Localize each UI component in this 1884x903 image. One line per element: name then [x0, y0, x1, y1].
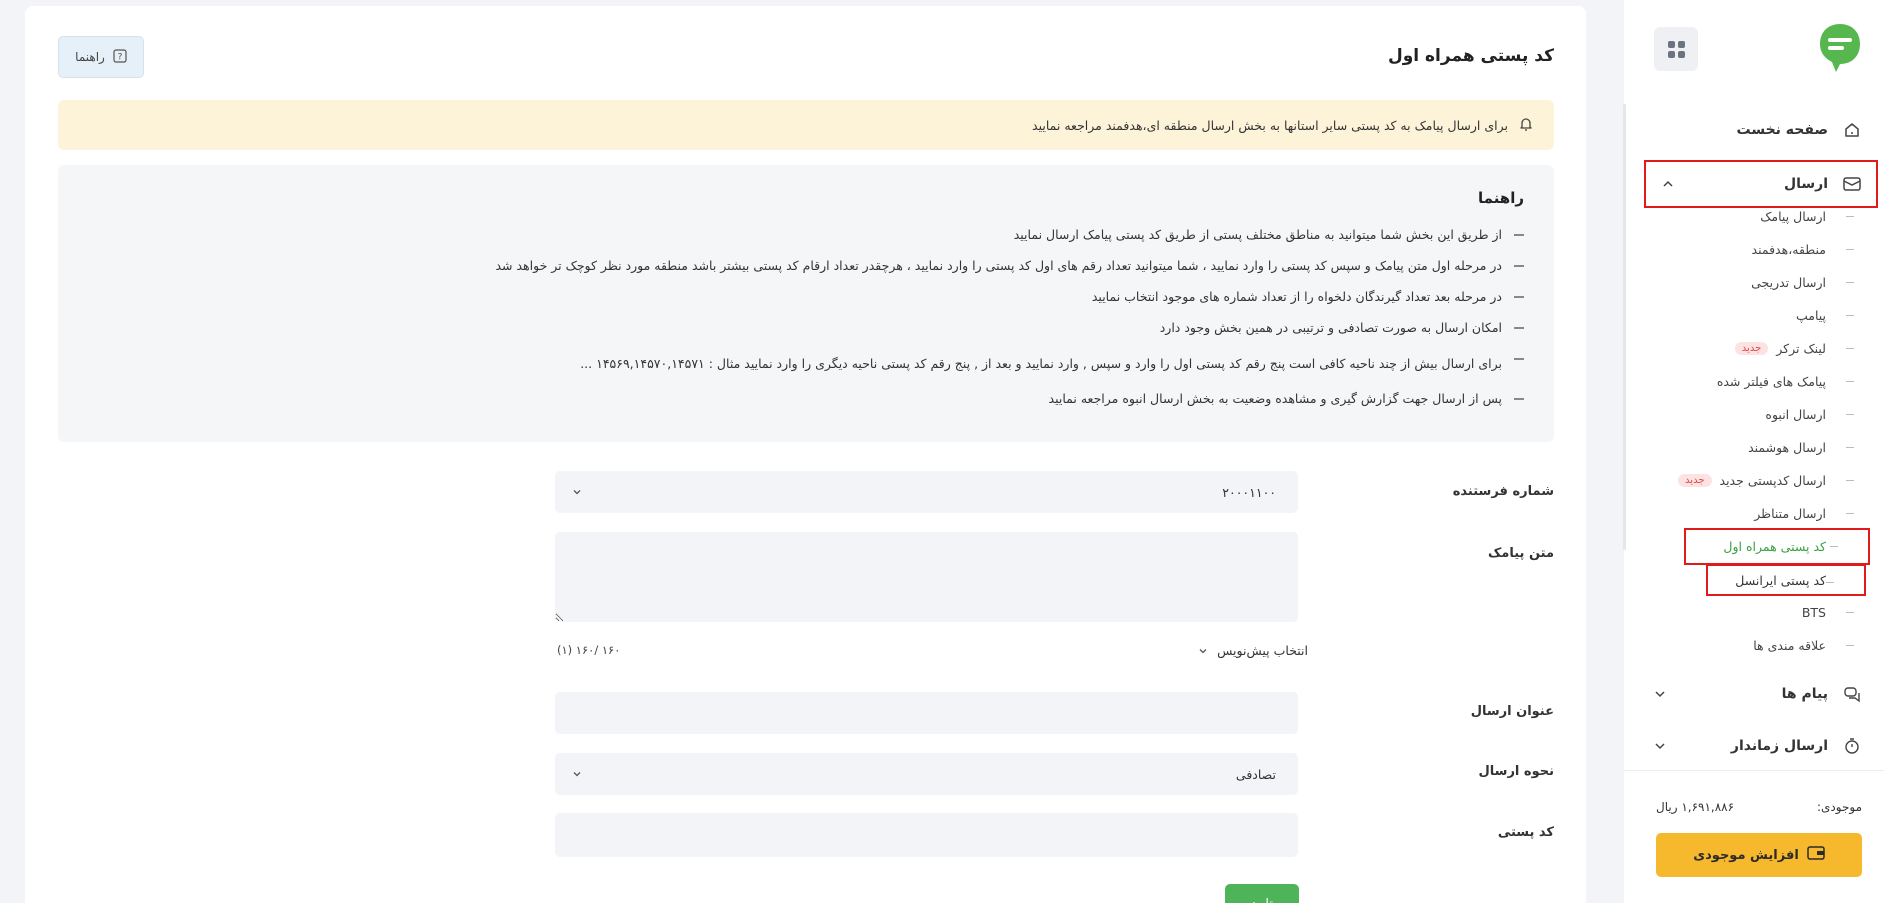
sidebar-scrollbar[interactable]	[1623, 104, 1626, 550]
nav-messages-label: پیام ها	[1781, 686, 1828, 702]
help-button-label: راهنما	[75, 50, 105, 64]
sender-value: ۲۰۰۰۱۱۰۰	[1222, 484, 1276, 500]
sub-smart[interactable]: ارسال هوشمند	[1626, 431, 1884, 464]
sub-link-tracker[interactable]: لینک ترکر جدید	[1626, 332, 1884, 365]
new-badge: جدید	[1734, 342, 1769, 355]
sub-item-label: منطقه،هدفمند	[1751, 242, 1826, 257]
message-textarea[interactable]	[555, 532, 1298, 622]
chevron-down-icon	[573, 490, 581, 495]
sub-item-label: پیامپ	[1795, 308, 1826, 323]
alert-text: برای ارسال پیامک به کد پستی سایر استانها…	[1032, 117, 1508, 133]
sub-item-label: کد پستی ایرانسل	[1735, 572, 1826, 588]
sub-item-label: علاقه مندی ها	[1753, 638, 1826, 653]
sub-mci-postal[interactable]: کد پستی همراه اول	[1684, 528, 1870, 565]
sub-targeted[interactable]: منطقه،هدفمند	[1626, 233, 1884, 266]
sub-item-label: ارسال تدریجی	[1751, 275, 1826, 290]
guide-list: از طریق این بخش شما میتوانید به مناطق مخ…	[88, 219, 1524, 414]
sub-payamp[interactable]: پیامپ	[1626, 299, 1884, 332]
balance: موجودی: ۱,۶۹۱,۸۸۶ ریال	[1656, 800, 1862, 814]
nav-home[interactable]: صفحه نخست	[1626, 108, 1884, 152]
sidebar-divider	[1624, 770, 1884, 771]
guide-title: راهنما	[1478, 189, 1524, 207]
question-icon: ?	[113, 48, 127, 66]
page-title: کد پستی همراه اول	[1387, 46, 1554, 66]
postal-label: کد پستی	[1497, 825, 1554, 840]
nav-scheduled-label: ارسال زماندار	[1730, 738, 1828, 754]
nav-scheduled[interactable]: ارسال زماندار	[1626, 724, 1884, 768]
submit-button[interactable]: تایید	[1225, 884, 1299, 903]
subject-input[interactable]	[555, 692, 1298, 734]
topup-label: افزایش موجودی	[1693, 847, 1799, 863]
method-value: تصادفی	[1235, 766, 1276, 782]
sub-bts[interactable]: BTS	[1626, 596, 1884, 629]
guide-item: از طریق این بخش شما میتوانید به مناطق مخ…	[88, 219, 1524, 250]
info-alert: برای ارسال پیامک به کد پستی سایر استانها…	[58, 100, 1554, 150]
chevron-down-icon	[1655, 743, 1665, 750]
sub-item-label: ارسال انبوه	[1765, 407, 1826, 422]
logo-icon	[1820, 24, 1860, 72]
sub-item-label: پیامک های فیلتر شده	[1716, 374, 1826, 389]
secondary-nav: پیام ها ارسال زماندار	[1626, 672, 1884, 768]
chevron-up-icon	[1663, 180, 1673, 187]
balance-label: موجودی:	[1816, 800, 1862, 814]
nav-send-label: ارسال	[1783, 176, 1828, 192]
method-label: نحوه ارسال	[1478, 764, 1555, 779]
apps-grid-button[interactable]	[1654, 27, 1698, 71]
wallet-icon	[1807, 845, 1825, 865]
sub-gradual[interactable]: ارسال تدریجی	[1626, 266, 1884, 299]
main-nav: صفحه نخست ارسال	[1626, 108, 1884, 208]
sub-item-label: لینک ترکر	[1776, 341, 1826, 356]
sub-filtered[interactable]: پیامک های فیلتر شده	[1626, 365, 1884, 398]
sub-item-label: ارسال هوشمند	[1748, 440, 1826, 455]
guide-item: برای ارسال بیش از چند ناحیه کافی است پنج…	[88, 343, 1524, 383]
sub-item-label: ارسال کدپستی جدید	[1719, 473, 1826, 488]
guide-panel: راهنما از طریق این بخش شما میتوانید به م…	[58, 165, 1554, 442]
message-label: متن پیامک	[1487, 546, 1554, 561]
sidebar: صفحه نخست ارسال ارسال پیامک منطقه،هدفمند…	[1624, 0, 1884, 903]
main-card: کد پستی همراه اول ? راهنما برای ارسال پی…	[25, 6, 1586, 903]
send-icon	[1842, 174, 1862, 194]
guide-item: امکان ارسال به صورت تصادفی و ترتیبی در ه…	[88, 312, 1524, 343]
sub-irancell-postal[interactable]: کد پستی ایرانسل	[1706, 564, 1866, 596]
chevron-down-icon	[1199, 648, 1207, 653]
sub-parallel[interactable]: ارسال متناظر	[1626, 497, 1884, 530]
sub-item-label: ارسال پیامک	[1760, 209, 1826, 224]
chevron-down-icon	[573, 772, 581, 777]
template-select[interactable]: انتخاب پیش‌نویس	[1197, 643, 1308, 658]
sub-item-label: ارسال متناظر	[1754, 506, 1826, 521]
new-badge: جدید	[1678, 474, 1712, 487]
sender-label: شماره فرستنده	[1452, 484, 1554, 499]
help-button[interactable]: ? راهنما	[58, 36, 144, 78]
sub-item-label: کد پستی همراه اول	[1723, 539, 1826, 554]
sender-select[interactable]: ۲۰۰۰۱۱۰۰	[555, 471, 1298, 513]
balance-value: ۱,۶۹۱,۸۸۶ ریال	[1656, 800, 1735, 814]
sub-send-sms[interactable]: ارسال پیامک	[1626, 200, 1884, 233]
nav-messages[interactable]: پیام ها	[1626, 672, 1884, 716]
home-icon	[1842, 120, 1862, 140]
char-counter: (۱) ۱۶۰/ ۱۶۰	[557, 643, 621, 657]
chat-icon	[1842, 684, 1862, 704]
subject-label: عنوان ارسال	[1470, 704, 1554, 719]
postal-input[interactable]	[555, 813, 1298, 857]
guide-item: در مرحله اول متن پیامک و سپس کد پستی را …	[88, 250, 1524, 281]
svg-text:?: ?	[117, 52, 122, 62]
sub-postal-new[interactable]: ارسال کدپستی جدید جدید	[1626, 464, 1884, 497]
template-label: انتخاب پیش‌نویس	[1217, 643, 1308, 658]
method-select[interactable]: تصادفی	[555, 753, 1298, 795]
nav-home-label: صفحه نخست	[1736, 122, 1828, 138]
guide-item: در مرحله بعد تعداد گیرندگان دلخواه را از…	[88, 281, 1524, 312]
sub-item-label: BTS	[1801, 605, 1826, 620]
topup-button[interactable]: افزایش موجودی	[1656, 833, 1862, 877]
grid-icon	[1667, 40, 1685, 58]
sub-favorites[interactable]: علاقه مندی ها	[1626, 629, 1884, 662]
send-submenu: ارسال پیامک منطقه،هدفمند ارسال تدریجی پی…	[1626, 200, 1884, 662]
chevron-down-icon	[1655, 691, 1665, 698]
timer-icon	[1842, 736, 1862, 756]
guide-item: پس از ارسال جهت گزارش گیری و مشاهده وضعی…	[88, 383, 1524, 414]
sub-bulk[interactable]: ارسال انبوه	[1626, 398, 1884, 431]
bell-icon	[1518, 116, 1534, 135]
